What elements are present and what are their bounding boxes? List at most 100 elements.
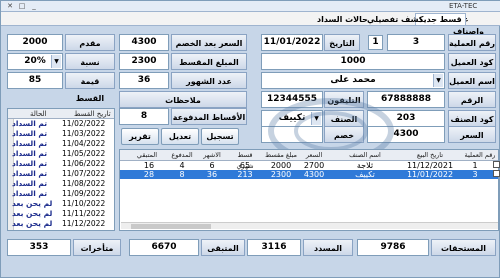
grid-row[interactable]: 3 11/01/2022 تكييف 4300 2300 213 36 8 28 (120, 170, 500, 179)
installments-list-header: تاريخ القسط الحالة (8, 109, 114, 119)
grid-cell-paid: 4 (179, 161, 185, 170)
installment-date: 11/11/2022 (62, 209, 106, 218)
chevron-down-icon[interactable]: ▼ (433, 74, 443, 87)
client-name-select[interactable]: محمد على ▼ (261, 72, 445, 89)
grid-header: رقم العملية تاريخ البيع اسم الصنف السعر … (120, 150, 498, 170)
grid-cell-op: 3 (472, 170, 478, 179)
interest-value: 20% (24, 56, 46, 66)
interest-select[interactable]: 20% ▼ (7, 53, 63, 70)
installment-row[interactable]: 11/05/2022 تم السداد (8, 149, 114, 159)
grid-col-item: اسم الصنف (349, 151, 381, 159)
report-button[interactable]: تقرير (121, 128, 159, 145)
months-field[interactable]: 36 (119, 72, 169, 89)
notes-label: ملاحظات (119, 91, 247, 108)
installment-date: 11/03/2022 (62, 129, 106, 138)
installment-date: 11/08/2022 (62, 179, 106, 188)
paid-total-field[interactable]: 3116 (247, 239, 301, 256)
op-number-label: رقم العملية (448, 34, 496, 51)
installment-row[interactable]: 11/07/2022 تم السداد (8, 169, 114, 179)
price-after-discount-field[interactable]: 4300 (119, 34, 169, 51)
installment-date: 11/10/2022 (62, 199, 106, 208)
op-number-field[interactable]: 3 (387, 34, 445, 51)
installment-date: 11/12/2022 (62, 219, 106, 228)
installments-list[interactable]: تاريخ القسط الحالة 11/02/2022 تم السداد 1… (7, 108, 115, 231)
late-label: متأخرات (73, 239, 121, 256)
grid-cell-paid: 8 (179, 170, 185, 179)
price-label: السعر (448, 126, 496, 143)
installment-date: 11/06/2022 (62, 159, 106, 168)
national-id-label: الرقم القومى (448, 91, 496, 122)
installment-status: تم السداد (12, 159, 48, 168)
close-icon[interactable]: ✕ (5, 2, 15, 10)
grid-row[interactable]: 1 11/12/2021 ثلاجة 2700 2000 65 6 4 16 (120, 161, 500, 170)
window-title: ETA-TEC (449, 2, 478, 10)
installment-status: لم يحن بعد (12, 219, 53, 228)
chevron-down-icon[interactable]: ▼ (51, 55, 61, 68)
grid-cell-item: ثلاجة (356, 161, 374, 170)
grid-cell-months: 6 (209, 161, 215, 170)
installment-status: تم السداد (12, 119, 48, 128)
title-bar: ✕ □ _ ETA-TEC (1, 1, 500, 12)
grid-cell-amount: 2300 (270, 170, 292, 179)
item-code-label: كود الصنف (448, 110, 496, 127)
installment-value-field[interactable]: 85 (7, 72, 63, 89)
installment-date: 11/05/2022 (62, 149, 106, 158)
grid-cell-item: تكييف (355, 170, 375, 179)
grid-col-amount: مبلغ مقسط (265, 151, 297, 159)
grid-col-remaining: المتبقي (136, 151, 158, 159)
installment-row[interactable]: 11/08/2022 تم السداد (8, 179, 114, 189)
grid-cell-months: 36 (206, 170, 218, 179)
edit-button[interactable]: تعديل (161, 128, 199, 145)
grid-rows: 1 11/12/2021 ثلاجة 2700 2000 65 6 4 16 3 11/01/202… (120, 161, 500, 179)
installment-row[interactable]: 11/06/2022 تم السداد (8, 159, 114, 169)
installment-status: تم السداد (12, 139, 48, 148)
maximize-icon[interactable]: □ (17, 2, 27, 10)
minimize-icon[interactable]: _ (29, 2, 39, 10)
save-button[interactable]: تسجيل (201, 128, 239, 145)
dues-field[interactable]: 9786 (357, 239, 429, 256)
tab-payment-status[interactable]: حالات السداد (313, 13, 372, 25)
sales-grid[interactable]: رقم العملية تاريخ البيع اسم الصنف السعر … (119, 149, 500, 231)
client-code-field[interactable]: 1000 (261, 53, 445, 70)
installment-status: لم يحن بعد (12, 199, 53, 208)
grid-scrollbar[interactable] (121, 222, 498, 229)
installment-row[interactable]: 11/02/2022 تم السداد (8, 119, 114, 129)
interest-label: نسبة الفائدة (65, 53, 115, 84)
client-name-value: محمد على (330, 75, 376, 85)
grid-cell-date: 11/01/2022 (406, 170, 454, 179)
paid-installments-field[interactable]: 8 (119, 108, 169, 125)
months-label: عدد الشهور (171, 72, 247, 89)
installment-row[interactable]: 11/04/2022 تم السداد (8, 139, 114, 149)
installment-row[interactable]: 11/09/2022 تم السداد (8, 189, 114, 199)
installment-status: لم يحن بعد (12, 209, 53, 218)
tab-detailed-statement[interactable]: كشف تفصيلي (363, 13, 427, 25)
date-label: التاريخ (324, 34, 360, 51)
down-payment-field[interactable]: 2000 (7, 34, 63, 51)
date-field[interactable]: 11/01/2022 (261, 34, 323, 51)
grid-col-paid: المدفوع (171, 151, 193, 159)
installment-row[interactable]: 11/03/2022 تم السداد (8, 129, 114, 139)
remaining-total-field[interactable]: 6670 (129, 239, 199, 256)
installment-amount-field[interactable]: 2300 (119, 53, 169, 70)
late-field[interactable]: 353 (7, 239, 71, 256)
remaining-total-label: المتبقى (201, 239, 245, 256)
grid-cell-remaining: 16 (143, 161, 155, 170)
op-step-button[interactable]: 1 (368, 35, 383, 50)
installment-row[interactable]: 11/10/2022 لم يحن بعد (8, 199, 114, 209)
installment-date: 11/07/2022 (62, 169, 106, 178)
installment-date: 11/04/2022 (62, 139, 106, 148)
grid-col-date: تاريخ البيع (416, 151, 444, 159)
paid-installments-label: الأقساط المدفوعة (171, 108, 247, 125)
grid-col-months: الاشهر (203, 151, 221, 159)
client-name-label: اسم العميل (448, 72, 496, 89)
grid-col-op: رقم العملية (464, 151, 496, 159)
installment-status: تم السداد (12, 169, 48, 178)
installment-row[interactable]: 11/12/2022 لم يحن بعد (8, 219, 114, 229)
installment-date: 11/09/2022 (62, 189, 106, 198)
client-code-label: كود العميل (448, 53, 496, 70)
column-header-status: الحالة (30, 110, 47, 118)
installment-row[interactable]: 11/11/2022 لم يحن بعد (8, 209, 114, 219)
tab-bar: علاء واصناف قسط جديد كشف تفصيلي حالات ال… (1, 12, 500, 36)
down-payment-label: مقدم القسط (65, 34, 115, 65)
paid-total-label: المسدد (303, 239, 353, 256)
